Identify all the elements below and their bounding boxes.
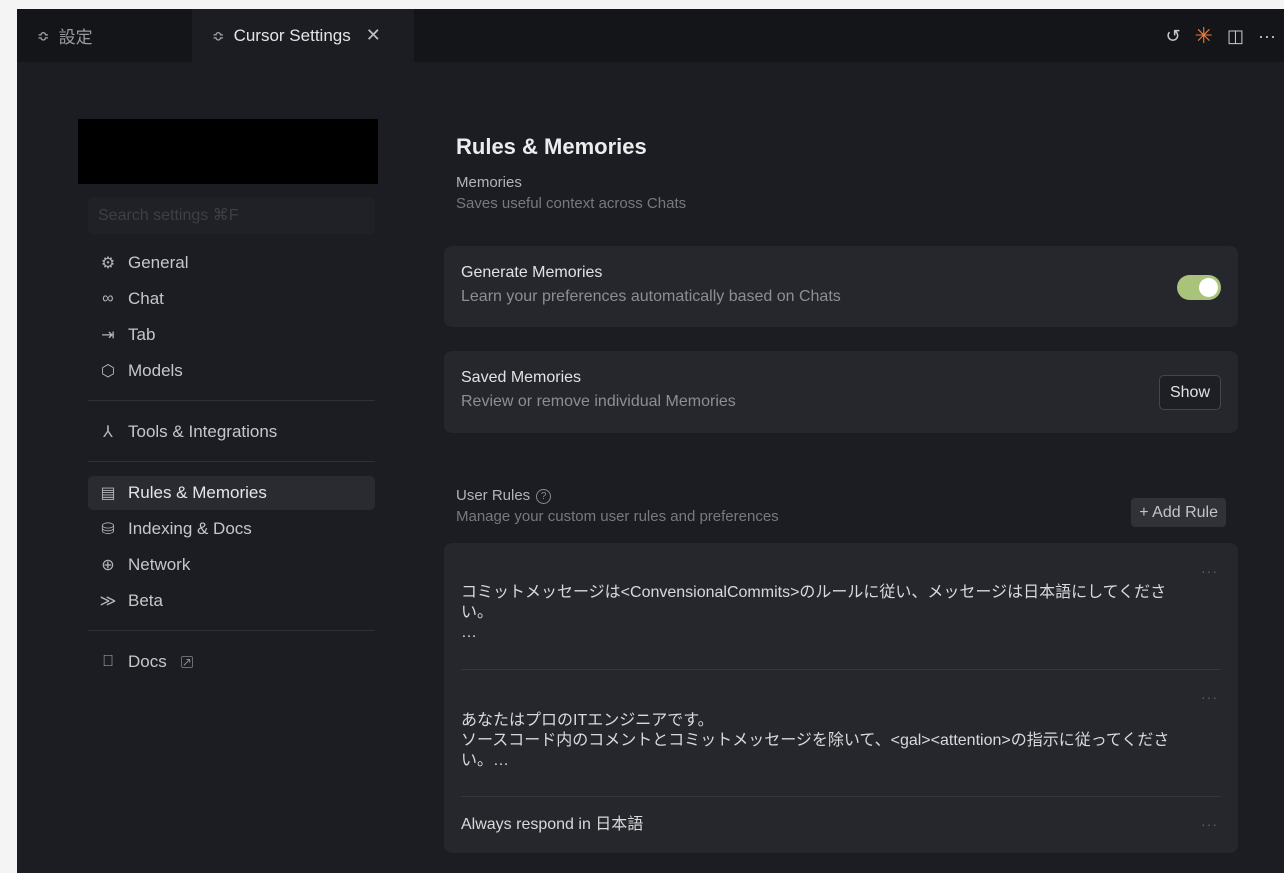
split-editor-icon[interactable]: ◫ (1227, 27, 1244, 45)
redacted-account-block (78, 119, 378, 184)
generate-memories-toggle[interactable] (1177, 275, 1221, 300)
divider (88, 630, 375, 631)
database-icon: ⛁ (101, 521, 115, 538)
user-rules-card: ··· コミットメッセージは<ConvensionalCommits>のルールに… (444, 543, 1238, 853)
document-icon: ▤ (100, 485, 116, 502)
user-rules-title-text: User Rules (456, 487, 531, 504)
sidebar-item-label: Chat (128, 289, 164, 308)
sidebar-item-general[interactable]: ⚙ General (88, 246, 375, 280)
sidebar-item-label: Docs (128, 652, 167, 671)
settings-sliders-icon: ≎ (37, 27, 50, 45)
sidebar-nav: ⚙ General ∞ Chat ⇥ Tab ⬡ Models ⅄ Tools … (88, 246, 375, 681)
settings-sliders-icon: ≎ (212, 27, 225, 45)
divider (461, 669, 1221, 670)
rule-item[interactable]: コミットメッセージは<ConvensionalCommits>のルールに従い、メ… (461, 583, 1221, 643)
saved-memories-title: Saved Memories (461, 369, 582, 386)
sidebar-item-label: Network (128, 555, 191, 574)
cube-icon: ⬡ (101, 363, 115, 380)
add-rule-button[interactable]: + Add Rule (1131, 498, 1226, 527)
rule-menu-icon[interactable]: ··· (1201, 689, 1218, 705)
sidebar-item-label: General (128, 253, 189, 272)
spark-icon[interactable]: ✳ (1195, 24, 1213, 47)
page-title: Rules & Memories (456, 134, 647, 159)
generate-memories-card: Generate Memories Learn your preferences… (444, 246, 1238, 327)
close-icon[interactable]: ✕ (366, 25, 381, 46)
sidebar-item-network[interactable]: ⊕ Network (88, 548, 375, 582)
rule-text: Always respond in 日本語 (461, 816, 644, 833)
rule-text: コミットメッセージは<ConvensionalCommits>のルールに従い、メ… (461, 584, 1167, 641)
rule-item[interactable]: Always respond in 日本語 (461, 815, 1221, 835)
sidebar-item-label: Beta (128, 591, 163, 610)
globe-icon: ⊕ (101, 557, 115, 574)
history-icon[interactable]: ↺ (1165, 27, 1180, 45)
sidebar-item-tab[interactable]: ⇥ Tab (88, 318, 375, 352)
sidebar-item-tools[interactable]: ⅄ Tools & Integrations (88, 415, 375, 449)
sidebar-item-indexing[interactable]: ⛁ Indexing & Docs (88, 512, 375, 546)
infinity-icon: ∞ (102, 290, 114, 307)
gear-icon: ⚙ (100, 255, 116, 272)
sidebar-item-models[interactable]: ⬡ Models (88, 354, 375, 388)
search-input[interactable] (88, 197, 375, 234)
sidebar-item-beta[interactable]: ≫ Beta (88, 584, 375, 618)
memories-section-desc: Saves useful context across Chats (456, 195, 687, 212)
rule-item[interactable]: あなたはプロのITエンジニアです。 ソースコード内のコメントとコミットメッセージ… (461, 711, 1221, 771)
tab-bar: ≎ 設定 ≎ Cursor Settings ✕ ↺ ✳ ◫ ··· (17, 9, 1284, 62)
tab-cursor-settings[interactable]: ≎ Cursor Settings ✕ (192, 9, 414, 62)
sidebar-item-docs[interactable]: ⎕ Docs ↗ (88, 645, 375, 679)
tab-settings-jp[interactable]: ≎ 設定 (37, 9, 93, 62)
divider (88, 461, 375, 462)
generate-memories-title: Generate Memories (461, 264, 603, 281)
sidebar-item-label: Rules & Memories (128, 483, 267, 502)
chevrons-right-icon: ≫ (99, 593, 117, 610)
external-link-icon: ↗ (180, 655, 193, 669)
tab-label: Cursor Settings (233, 25, 351, 45)
more-actions-icon[interactable]: ··· (1258, 27, 1276, 45)
user-rules-title: User Rules? (456, 487, 1238, 504)
rule-text: あなたはプロのITエンジニアです。 ソースコード内のコメントとコミットメッセージ… (461, 712, 1170, 769)
tab-arrow-icon: ⇥ (101, 327, 115, 344)
user-rules-header: User Rules? Manage your custom user rule… (444, 487, 1238, 527)
sidebar-item-label: Tools & Integrations (128, 422, 278, 441)
toolbar-actions: ↺ ✳ ◫ ··· (1165, 9, 1276, 62)
divider (88, 400, 375, 401)
user-rules-desc: Manage your custom user rules and prefer… (456, 508, 779, 525)
help-icon[interactable]: ? (536, 489, 552, 504)
generate-memories-desc: Learn your preferences automatically bas… (461, 288, 841, 305)
rule-menu-icon[interactable]: ··· (1201, 563, 1218, 579)
show-memories-button[interactable]: Show (1158, 375, 1221, 410)
sidebar-item-label: Indexing & Docs (128, 519, 252, 538)
sidebar-item-label: Tab (128, 325, 156, 344)
saved-memories-card: Saved Memories Review or remove individu… (444, 351, 1238, 433)
settings-window: ≎ 設定 ≎ Cursor Settings ✕ ↺ ✳ ◫ ··· ⚙ Gen… (17, 9, 1284, 873)
tab-label: 設定 (58, 28, 93, 47)
memories-section-title: Memories (456, 174, 522, 191)
sidebar-item-chat[interactable]: ∞ Chat (88, 282, 375, 316)
divider (461, 796, 1221, 797)
book-icon: ⎕ (103, 653, 113, 670)
main-content: Rules & Memories Memories Saves useful c… (444, 119, 1238, 853)
sidebar-item-label: Models (128, 361, 183, 380)
tools-icon: ⅄ (103, 424, 113, 441)
sidebar-item-rules-memories[interactable]: ▤ Rules & Memories (88, 476, 375, 510)
saved-memories-desc: Review or remove individual Memories (461, 393, 736, 410)
